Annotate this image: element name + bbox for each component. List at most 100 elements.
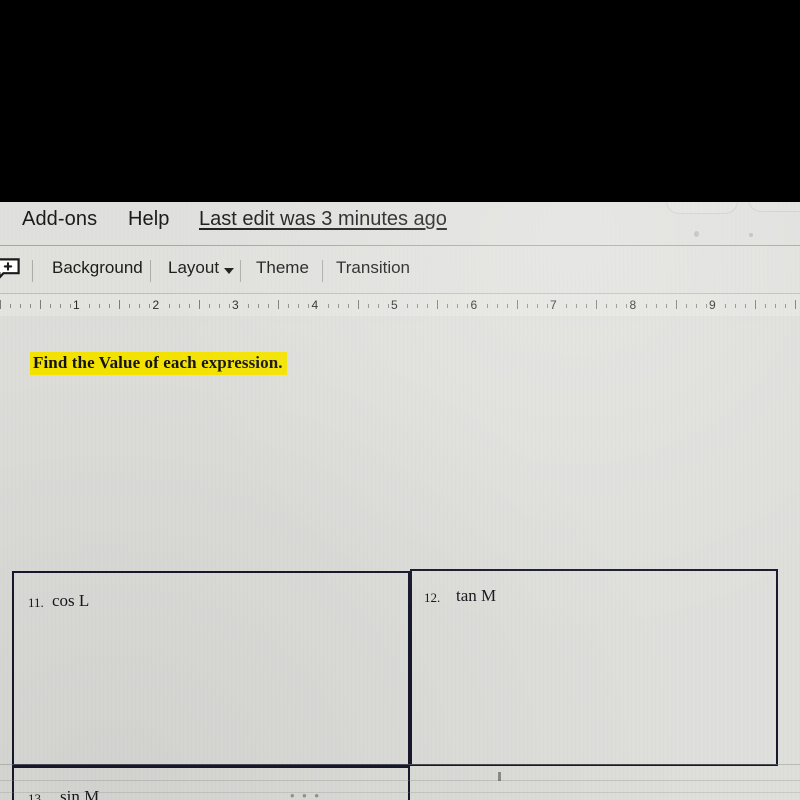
menu-bar: ls Add-ons Help Last edit was 3 minutes … [0,202,800,246]
ruler-number-5: 5 [391,298,398,312]
bottom-dots-mark: • • • [290,788,321,800]
ruler-tick [9,304,11,308]
bottom-screen-mark [498,772,501,781]
ruler-tick [645,304,647,308]
ruler-tick [447,304,449,308]
chevron-down-icon[interactable] [224,268,234,274]
ruler-tick [308,304,310,308]
comment-plus-icon[interactable] [0,258,20,280]
ruler-tick [685,304,687,308]
ruler-tick [506,304,508,308]
ruler-tick [59,304,61,308]
desk-band-1 [0,764,800,765]
prompt-text-box[interactable]: Find the Value of each expression. [30,352,287,375]
ruler-tick [347,304,349,308]
ruler-tick [367,304,369,308]
ruler-tick [546,304,548,308]
screenshot-root: ls Add-ons Help Last edit was 3 minutes … [0,0,800,800]
menu-tools-partial[interactable]: ls [0,208,1,231]
ruler-tick [427,304,429,308]
ruler-tick [467,304,469,308]
ruler-tick [218,304,220,308]
photographed-screen: ls Add-ons Help Last edit was 3 minutes … [0,202,800,800]
question-12-expression: tan M [456,586,497,605]
ruler-tick [248,304,250,308]
ruler-tick [457,304,459,308]
layout-button[interactable]: Layout [168,258,219,278]
ruler-tick [735,304,737,308]
ruler-tick [149,304,151,308]
desk-band-3 [0,792,800,793]
question-11-expression: cos L [52,591,90,610]
slide-toolbar: Background Layout Theme Transition [0,246,800,294]
ruler-tick [29,304,31,308]
ruler-tick [536,304,538,308]
toolbar-separator-3 [240,260,241,282]
ruler-tick [288,304,290,308]
toolbar-separator-4 [322,260,323,282]
ruler-tick [437,300,439,309]
slide-canvas[interactable]: Find the Value of each expression. 11. c… [0,324,800,800]
ruler-tick [99,304,101,308]
desk-band-2 [0,780,800,781]
ruler-tick [795,300,796,309]
question-11-number: 11. [28,595,44,610]
ruler-tick [586,304,588,308]
ruler-tick [39,300,41,309]
ruler-tick [496,304,498,308]
ruler-tick [69,304,71,308]
background-button[interactable]: Background [52,258,143,278]
ruler-tick [775,304,777,308]
ruler-number-9: 9 [709,298,716,312]
ruler-tick [298,304,300,308]
ruler-tick [695,304,697,308]
transition-button[interactable]: Transition [336,258,410,278]
ruler-tick [119,300,121,309]
ruler-tick [725,304,727,308]
ruler-tick [765,304,767,308]
ruler-tick [665,304,667,308]
ruler-tick [109,304,111,308]
ruler-tick [258,304,260,308]
ruler-tick [337,304,339,308]
theme-button[interactable]: Theme [256,258,309,278]
ruler-tick [705,304,707,308]
ruler-tick [576,304,578,308]
menu-addons[interactable]: Add-ons [22,208,97,231]
prompt-highlighted-text: Find the Value of each expression. [30,352,287,375]
ruler-tick [486,304,488,308]
question-12-number: 12. [424,590,441,605]
ruler-tick [407,304,409,308]
ruler-tick [278,300,280,309]
ruler-number-3: 3 [232,298,239,312]
menu-help[interactable]: Help [128,208,170,231]
ruler-tick [327,304,329,308]
question-13-expression: sin M [60,787,100,800]
ruler-tick [745,304,747,308]
ruler-tick [616,304,618,308]
horizontal-ruler[interactable]: 1 2 3 4 5 6 7 8 9 [0,294,800,316]
ruler-tick [188,304,190,308]
ruler-tick [19,304,21,308]
ruler-tick [208,304,210,308]
ruler-tick [606,304,608,308]
ruler-tick [198,300,200,309]
ruler-number-2: 2 [152,298,160,312]
ruler-tick [516,300,518,309]
ruler-number-6: 6 [470,298,478,312]
ruler-tick [178,304,180,308]
ruler-number-4: 4 [311,298,319,312]
ruler-tick [49,304,51,308]
ruler-tick [566,304,568,308]
ruler-tick [168,304,170,308]
ruler-tick [387,304,389,308]
ruler-tick [675,300,677,309]
ruler-tick [357,300,359,309]
ruler-number-8: 8 [629,298,637,312]
ruler-number-7: 7 [550,298,557,312]
ruler-tick [755,300,757,309]
ruler-tick [526,304,528,308]
ruler-tick [129,304,131,308]
ruler-tick [228,304,230,308]
last-edit-link[interactable]: Last edit was 3 minutes ago [199,208,447,231]
